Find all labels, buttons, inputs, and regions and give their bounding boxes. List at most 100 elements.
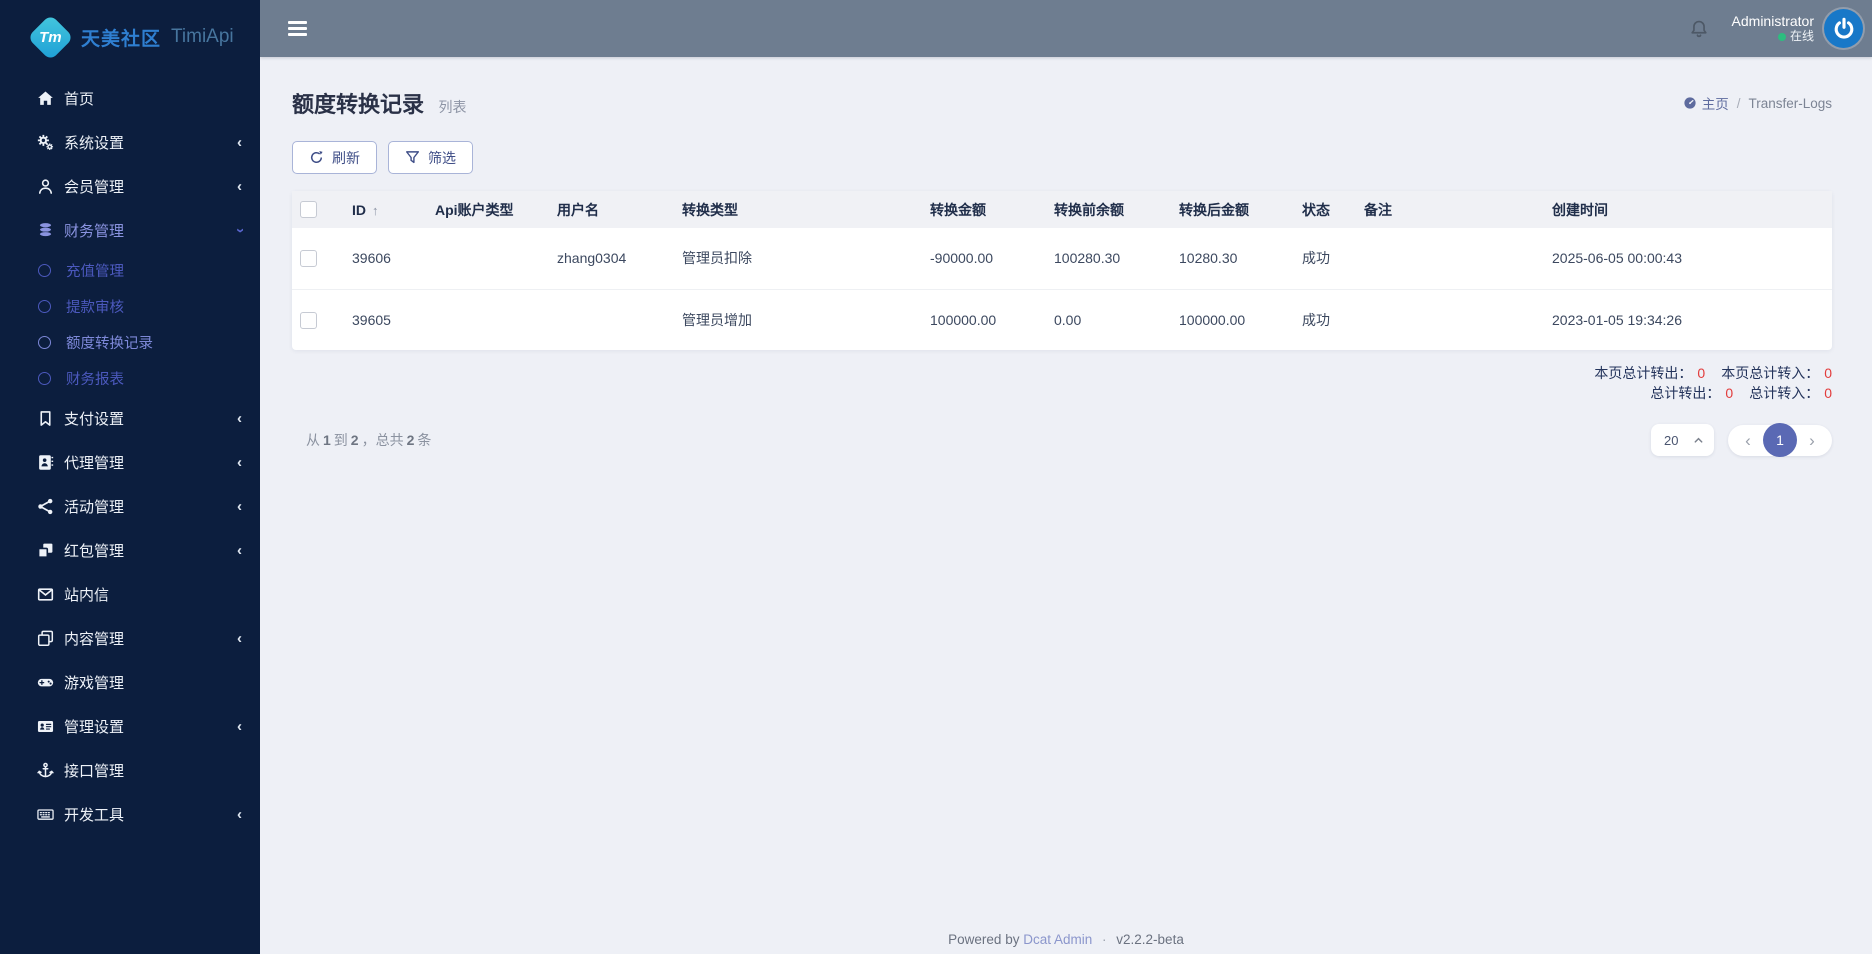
sidebar-item-system-settings[interactable]: 系统设置 ‹ bbox=[0, 120, 260, 164]
top-header: Administrator 在线 bbox=[260, 0, 1872, 57]
column-api-type: Api账户类型 bbox=[435, 201, 514, 218]
table-row: 39606 zhang0304 管理员扣除 -90000.00 100280.3… bbox=[292, 228, 1832, 289]
sidebar-item-label: 内容管理 bbox=[64, 630, 125, 648]
summary-page-in-label: 本页总计转入： bbox=[1721, 365, 1820, 381]
address-book-icon bbox=[36, 453, 54, 471]
footer-powered: Powered by bbox=[948, 932, 1020, 947]
sidebar-item-content[interactable]: 内容管理 ‹ bbox=[0, 616, 260, 660]
sidebar-subitem-label: 提款审核 bbox=[66, 299, 124, 316]
online-status-dot bbox=[1777, 32, 1786, 41]
cell-status: 成功 bbox=[1302, 250, 1330, 267]
prev-page-button[interactable]: ‹ bbox=[1737, 432, 1759, 449]
sidebar-item-label: 红包管理 bbox=[64, 542, 125, 560]
user-avatar[interactable] bbox=[1824, 9, 1863, 48]
sidebar-item-payment-settings[interactable]: 支付设置 ‹ bbox=[0, 396, 260, 440]
page-title-block: 额度转换记录 列表 bbox=[292, 87, 466, 119]
cell-api-type bbox=[435, 228, 557, 289]
column-amount: 转换金额 bbox=[930, 201, 986, 218]
sidebar-item-label: 系统设置 bbox=[64, 134, 125, 152]
cell-after: 100000.00 bbox=[1179, 288, 1302, 350]
footer: Powered by Dcat Admin · v2.2.2-beta bbox=[260, 932, 1872, 947]
next-page-button[interactable]: › bbox=[1801, 432, 1823, 449]
sidebar-item-label: 财务管理 bbox=[64, 222, 125, 240]
sidebar-item-label: 开发工具 bbox=[64, 806, 125, 824]
brand-name: 天美社区 bbox=[81, 28, 162, 50]
chevron-left-icon: ‹ bbox=[237, 177, 242, 195]
sidebar-item-activities[interactable]: 活动管理 ‹ bbox=[0, 484, 260, 528]
filter-icon bbox=[405, 151, 420, 164]
transfer-logs-table: ID ↑ Api账户类型 用户名 转换类型 转换金额 转换前余额 转换后金额 状态… bbox=[292, 191, 1832, 350]
sidebar-item-api[interactable]: 接口管理 bbox=[0, 748, 260, 792]
select-all-checkbox[interactable] bbox=[300, 201, 317, 219]
summary-total-in-value: 0 bbox=[1824, 385, 1832, 401]
cell-remark bbox=[1364, 288, 1552, 350]
chevron-left-icon: ‹ bbox=[237, 133, 242, 151]
sidebar-item-home[interactable]: 首页 bbox=[0, 76, 260, 120]
column-type: 转换类型 bbox=[682, 201, 738, 218]
share-icon bbox=[36, 497, 54, 515]
column-after: 转换后金额 bbox=[1179, 201, 1249, 218]
chevron-left-icon: ‹ bbox=[237, 497, 242, 515]
circle-icon bbox=[38, 371, 51, 385]
sidebar-item-agents[interactable]: 代理管理 ‹ bbox=[0, 440, 260, 484]
sidebar-subitem-recharge[interactable]: 充值管理 bbox=[0, 252, 260, 288]
page-title: 额度转换记录 bbox=[292, 92, 425, 117]
finance-submenu: 充值管理 提款审核 额度转换记录 财务报表 bbox=[0, 252, 260, 396]
cell-api-type bbox=[435, 288, 557, 350]
column-username: 用户名 bbox=[557, 201, 599, 218]
sidebar-item-games[interactable]: 游戏管理 bbox=[0, 660, 260, 704]
cell-amount: 100000.00 bbox=[930, 288, 1054, 350]
refresh-button[interactable]: 刷新 bbox=[292, 141, 377, 174]
sidebar-item-members[interactable]: 会员管理 ‹ bbox=[0, 164, 260, 208]
row-checkbox[interactable] bbox=[300, 250, 317, 268]
sidebar-item-label: 管理设置 bbox=[64, 718, 125, 736]
page-size-value: 20 bbox=[1664, 432, 1679, 448]
column-created: 创建时间 bbox=[1552, 201, 1608, 218]
sidebar-item-label: 首页 bbox=[64, 90, 95, 108]
sidebar-item-admin-settings[interactable]: 管理设置 ‹ bbox=[0, 704, 260, 748]
chevron-left-icon: ‹ bbox=[237, 541, 242, 559]
sidebar-subitem-label: 额度转换记录 bbox=[66, 335, 153, 352]
footer-separator: · bbox=[1102, 932, 1107, 947]
chevron-left-icon: ‹ bbox=[237, 409, 242, 427]
cell-type: 管理员扣除 bbox=[682, 250, 752, 267]
breadcrumb-home-link[interactable]: 主页 bbox=[1702, 93, 1729, 113]
chevron-left-icon: ‹ bbox=[237, 805, 242, 823]
cell-id: 39606 bbox=[352, 250, 391, 267]
footer-version: v2.2.2-beta bbox=[1116, 932, 1184, 947]
summary-total-out-label: 总计转出： bbox=[1650, 385, 1721, 401]
sidebar-item-dev-tools[interactable]: 开发工具 ‹ bbox=[0, 792, 260, 836]
id-card-icon bbox=[36, 717, 54, 735]
sidebar-item-red-packets[interactable]: 红包管理 ‹ bbox=[0, 528, 260, 572]
sidebar-item-label: 站内信 bbox=[64, 586, 110, 604]
sidebar-item-label: 支付设置 bbox=[64, 410, 125, 428]
sidebar-subitem-transfer-logs[interactable]: 额度转换记录 bbox=[0, 324, 260, 360]
current-page-button[interactable]: 1 bbox=[1763, 423, 1797, 457]
dcat-admin-link[interactable]: Dcat Admin bbox=[1023, 932, 1092, 947]
brand-name-en: TimiApi bbox=[171, 26, 234, 47]
notifications-bell-icon[interactable] bbox=[1688, 18, 1710, 40]
online-status-label: 在线 bbox=[1789, 29, 1814, 43]
user-icon bbox=[36, 177, 54, 195]
app-logo[interactable]: Tm 天美社区 TimiApi bbox=[0, 0, 260, 74]
bookmark-icon bbox=[36, 409, 54, 427]
user-menu[interactable]: Administrator 在线 bbox=[1732, 13, 1814, 44]
filter-button[interactable]: 筛选 bbox=[388, 141, 473, 174]
table-row: 39605 管理员增加 100000.00 0.00 100000.00 成功 … bbox=[292, 288, 1832, 350]
page-size-select[interactable]: 20 bbox=[1651, 424, 1714, 456]
sidebar-subitem-label: 财务报表 bbox=[66, 371, 124, 388]
sidebar-subitem-withdraw-audit[interactable]: 提款审核 bbox=[0, 288, 260, 324]
sidebar-item-finance[interactable]: 财务管理 ‹ bbox=[0, 208, 260, 252]
breadcrumb-current: Transfer-Logs bbox=[1748, 95, 1832, 111]
column-id[interactable]: ID ↑ bbox=[352, 191, 435, 228]
refresh-icon bbox=[311, 151, 323, 163]
menu-toggle-button[interactable] bbox=[288, 18, 308, 39]
column-remark: 备注 bbox=[1364, 201, 1392, 218]
sidebar-item-site-messages[interactable]: 站内信 bbox=[0, 572, 260, 616]
app-logo-icon: Tm bbox=[27, 13, 74, 61]
row-checkbox[interactable] bbox=[300, 311, 317, 329]
sidebar-item-label: 会员管理 bbox=[64, 178, 125, 196]
sidebar-subitem-finance-report[interactable]: 财务报表 bbox=[0, 360, 260, 396]
envelope-icon bbox=[36, 585, 54, 603]
chevron-left-icon: ‹ bbox=[237, 717, 242, 735]
